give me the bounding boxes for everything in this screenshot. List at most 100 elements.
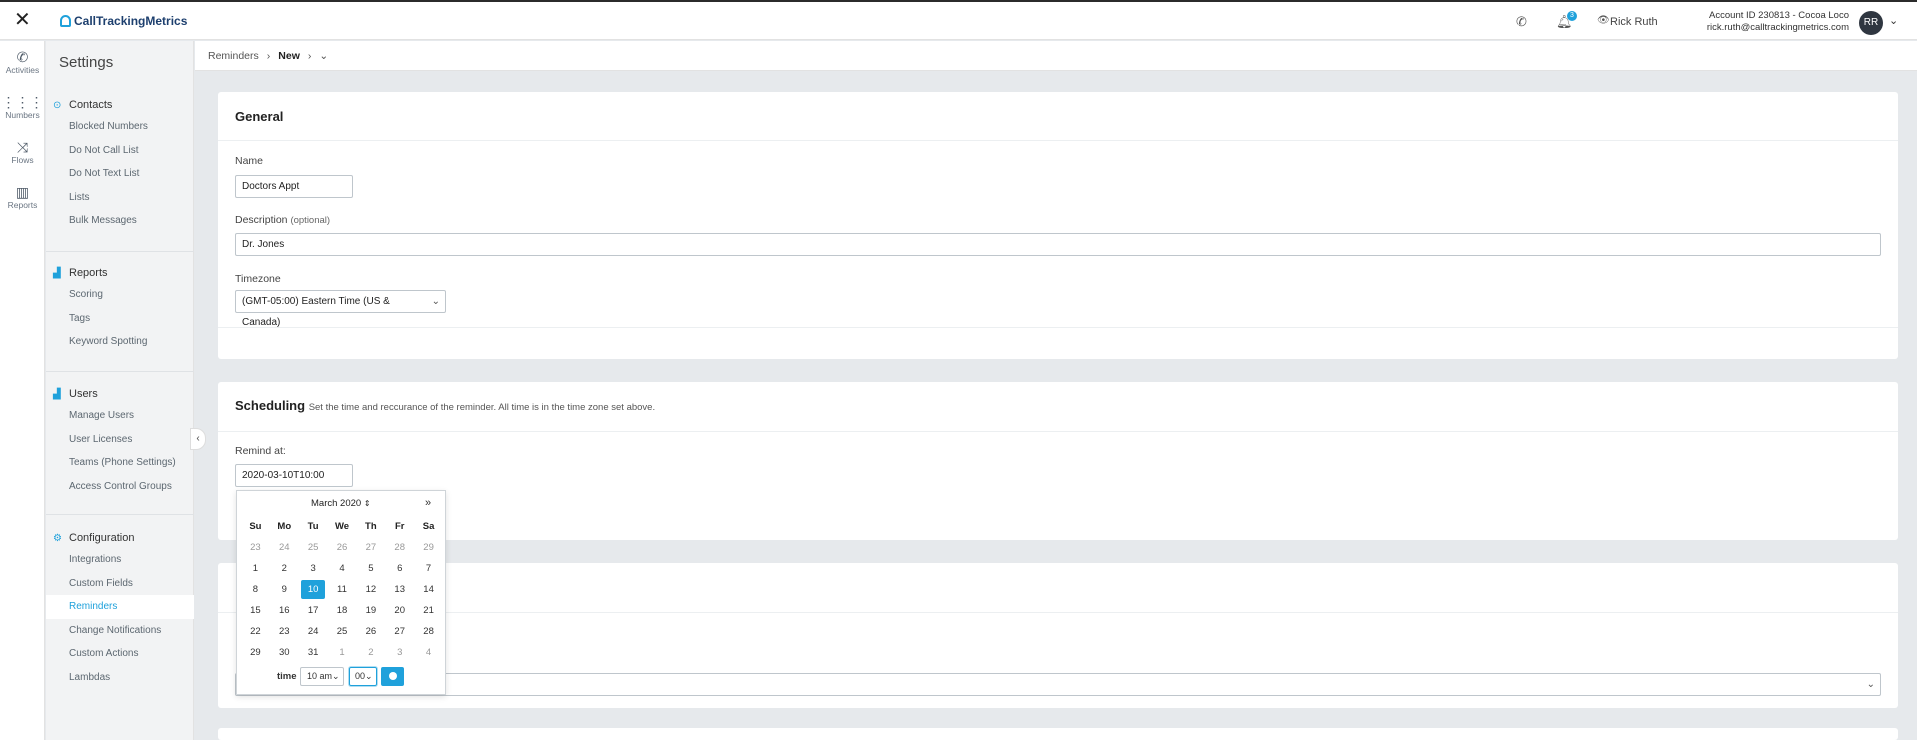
calendar-day[interactable]: 13 [385,580,414,601]
calendar-day[interactable]: 31 [299,643,328,664]
calendar-day[interactable]: 29 [414,538,443,559]
calendar-day[interactable]: 3 [385,643,414,664]
sidebar-item-keyword-spotting[interactable]: Keyword Spotting [46,330,194,354]
close-icon[interactable]: ✕ [14,10,31,30]
calendar-day[interactable]: 26 [356,622,385,643]
month-select[interactable]: March 2020 ⇕ [311,498,371,509]
sidebar-item-blocked-numbers[interactable]: Blocked Numbers [46,115,194,139]
recurrence-select[interactable]: ⌄ [235,673,1881,696]
calendar-day[interactable]: 20 [385,601,414,622]
calendar-day[interactable]: 7 [414,559,443,580]
rail-item-flows[interactable]: ⤨ Flows [0,139,45,165]
sidebar-item-tags[interactable]: Tags [46,307,194,331]
sidebar-heading-configuration[interactable]: ⚙ Configuration [46,528,194,548]
timezone-select[interactable]: (GMT-05:00) Eastern Time (US & Canada) ⌄ [235,290,446,328]
calendar-day[interactable]: 21 [414,601,443,622]
confirm-button[interactable] [381,667,404,686]
rail-item-numbers[interactable]: ⋮⋮⋮ Numbers [0,94,45,120]
sidebar-item-change-notifications[interactable]: Change Notifications [46,619,194,643]
calendar-day[interactable]: 19 [356,601,385,622]
calendar-day[interactable]: 12 [356,580,385,601]
calendar-day[interactable]: 27 [356,538,385,559]
sidebar-item-lists[interactable]: Lists [46,186,194,210]
calendar-day[interactable]: 28 [385,538,414,559]
chevron-down-icon[interactable]: ⌄ [1889,14,1898,27]
calendar-day[interactable]: 30 [270,643,299,664]
calendar-day[interactable]: 23 [241,538,270,559]
calendar-day[interactable]: 26 [328,538,357,559]
calendar-day[interactable]: 3 [299,559,328,580]
sidebar-item-do-not-call[interactable]: Do Not Call List [46,139,194,163]
phone-icon: ✆ [16,49,29,65]
calendar-day[interactable]: 27 [385,622,414,643]
sidebar-heading-users[interactable]: ▟ Users [46,384,194,404]
sidebar-item-custom-fields[interactable]: Custom Fields [46,572,194,596]
account-info[interactable]: Account ID 230813 - Cocoa Loco rick.ruth… [1707,10,1849,34]
rail-label: Reports [7,200,38,210]
sidebar-item-reminders[interactable]: Reminders [46,595,194,619]
calendar-day[interactable]: 29 [241,643,270,664]
calendar-day[interactable]: 11 [328,580,357,601]
calendar-day[interactable]: 24 [299,622,328,643]
remind-at-input[interactable]: 2020-03-10T10:00 [235,464,353,487]
calendar-day[interactable]: 15 [241,601,270,622]
sidebar-item-custom-actions[interactable]: Custom Actions [46,642,194,666]
description-input[interactable]: Dr. Jones [235,233,1881,256]
calendar-day[interactable]: 6 [385,559,414,580]
sidebar-item-access-control[interactable]: Access Control Groups [46,475,194,499]
calendar-day[interactable]: 9 [270,580,299,601]
calendar-day[interactable]: 4 [414,643,443,664]
chevron-down-icon[interactable]: ⌄ [319,50,328,62]
rail-item-reports[interactable]: ▥ Reports [0,184,45,210]
calendar-day[interactable]: 4 [328,559,357,580]
calendar-day[interactable]: 2 [270,559,299,580]
calendar-day[interactable]: 1 [328,643,357,664]
collapse-sidebar-button[interactable]: ‹ [190,428,206,450]
sidebar-item-teams[interactable]: Teams (Phone Settings) [46,451,194,475]
calendar-day-selected[interactable]: 10 [299,580,328,601]
weekday-header: Sa [422,521,435,532]
sidebar-title: Settings [59,54,114,71]
calendar-day[interactable]: 8 [241,580,270,601]
date-picker-header: March 2020 ⇕ » [237,497,447,511]
rail-item-activities[interactable]: ✆ Activities [0,49,45,75]
breadcrumb: Reminders › New › ⌄ [195,41,1917,71]
avatar[interactable]: RR [1859,11,1883,35]
next-month-button[interactable]: » [425,497,431,509]
sidebar-item-integrations[interactable]: Integrations [46,548,194,572]
grid-icon: ⋮⋮⋮ [1,94,44,110]
calendar-day[interactable]: 1 [241,559,270,580]
sidebar-item-lambdas[interactable]: Lambdas [46,666,194,690]
calendar-day[interactable]: 24 [270,538,299,559]
calendar-day[interactable]: 25 [328,622,357,643]
name-input[interactable]: Doctors Appt [235,175,353,198]
sidebar-item-bulk-messages[interactable]: Bulk Messages [46,209,194,233]
phone-icon[interactable]: ✆ [1516,14,1527,30]
minute-select[interactable]: 00⌄ [349,667,377,686]
calendar-day[interactable]: 14 [414,580,443,601]
user-name[interactable]: Rick Ruth [1610,16,1658,28]
calendar-day[interactable]: 22 [241,622,270,643]
hour-select[interactable]: 10 am⌄ [300,667,344,686]
calendar-grid: Su Mo Tu We Th Fr Sa 23 24 25 26 27 28 29 1 2 3 4 5 6 7 8 9 10 1… [241,517,443,664]
weekday-header: Fr [394,521,405,532]
sidebar-item-scoring[interactable]: Scoring [46,283,194,307]
calendar-day[interactable]: 25 [299,538,328,559]
sidebar-item-user-licenses[interactable]: User Licenses [46,428,194,452]
sidebar-item-do-not-text[interactable]: Do Not Text List [46,162,194,186]
sidebar-item-manage-users[interactable]: Manage Users [46,404,194,428]
calendar-day[interactable]: 28 [414,622,443,643]
calendar-day[interactable]: 18 [328,601,357,622]
breadcrumb-root[interactable]: Reminders [208,50,259,62]
calendar-day[interactable]: 5 [356,559,385,580]
sidebar-heading-contacts[interactable]: ⊙ Contacts [46,95,194,115]
calendar-day[interactable]: 17 [299,601,328,622]
chevron-down-icon: ⌄ [365,671,373,681]
calendar-day[interactable]: 16 [270,601,299,622]
sidebar-heading-reports[interactable]: ▟ Reports [46,263,194,283]
scheduling-subtitle: Set the time and reccurance of the remin… [308,402,656,413]
calendar-day[interactable]: 2 [356,643,385,664]
brand-logo[interactable]: CallTrackingMetrics [60,14,187,28]
calendar-day[interactable]: 23 [270,622,299,643]
chevron-right-icon: › [266,49,271,62]
